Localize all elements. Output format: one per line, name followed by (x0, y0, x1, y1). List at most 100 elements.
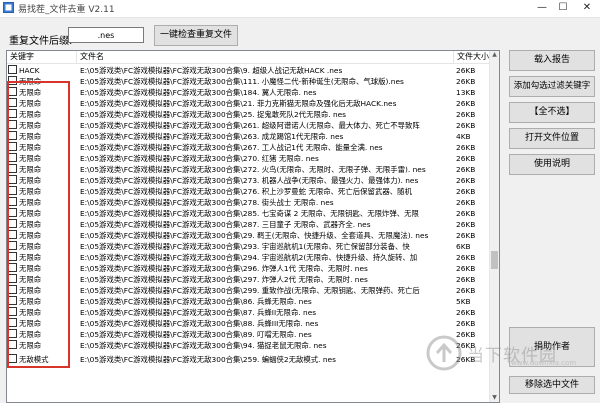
scroll-thumb[interactable] (491, 251, 498, 269)
keyword-cell[interactable]: 无限命 (8, 340, 76, 351)
load-report-button[interactable]: 载入报告 (509, 50, 595, 71)
table-row[interactable]: 无限命 E:\05游戏类\FC游戏模拟器\FC游戏无敌300合集\29. 羁王(无… (7, 230, 492, 241)
scroll-down-icon[interactable]: ▼ (490, 394, 499, 402)
table-row[interactable]: 无限命 E:\05游戏类\FC游戏模拟器\FC游戏无敌300合集\285. 七宝奇… (7, 208, 492, 219)
keyword-cell[interactable]: 无限命 (8, 296, 76, 307)
keyword-cell[interactable]: 无敌模式 (8, 354, 76, 365)
keyword-cell[interactable]: 无限命 (8, 208, 76, 219)
keyword-cell[interactable]: 无限命 (8, 252, 76, 263)
row-checkbox[interactable] (8, 142, 17, 151)
row-checkbox[interactable] (8, 241, 17, 250)
keyword-cell[interactable]: 无限命 (8, 241, 76, 252)
table-row[interactable]: 无限命 E:\05游戏类\FC游戏模拟器\FC游戏无敌300合集\184. 翼人无… (7, 87, 492, 98)
table-row[interactable]: 无限命 E:\05游戏类\FC游戏模拟器\FC游戏无敌300合集\86. 兵蜂无限… (7, 296, 492, 307)
keyword-cell[interactable]: 无限命 (8, 98, 76, 109)
table-row[interactable]: 无限命 E:\05游戏类\FC游戏模拟器\FC游戏无敌300合集\89. 叮噹无限… (7, 329, 492, 340)
row-checkbox[interactable] (8, 354, 17, 363)
row-checkbox[interactable] (8, 307, 17, 316)
minimize-button[interactable]: — (532, 0, 552, 17)
keyword-cell[interactable]: 无限命 (8, 197, 76, 208)
row-checkbox[interactable] (8, 340, 17, 349)
maximize-button[interactable]: ☐ (553, 0, 573, 17)
row-checkbox[interactable] (8, 219, 17, 228)
add-filter-keyword-button[interactable]: 添加勾选过滤关键字 (509, 76, 595, 97)
open-file-location-button[interactable]: 打开文件位置 (509, 128, 595, 149)
donate-button[interactable]: 捐助作者 (509, 327, 595, 367)
keyword-cell[interactable]: 无限命 (8, 329, 76, 340)
keyword-cell[interactable]: 无限命 (8, 142, 76, 153)
keyword-cell[interactable]: 无限命 (8, 219, 76, 230)
table-row[interactable]: 无限命 E:\05游戏类\FC游戏模拟器\FC游戏无敌300合集\297. 炸弹人… (7, 274, 492, 285)
table-row[interactable]: 无限命 E:\05游戏类\FC游戏模拟器\FC游戏无敌300合集\263. 成龙踢… (7, 131, 492, 142)
row-checkbox[interactable] (8, 164, 17, 173)
row-checkbox[interactable] (8, 65, 17, 74)
row-checkbox[interactable] (8, 175, 17, 184)
keyword-cell[interactable]: 无限命 (8, 318, 76, 329)
row-checkbox[interactable] (8, 153, 17, 162)
row-checkbox[interactable] (8, 208, 17, 217)
remove-selected-button[interactable]: 移除选中文件 (509, 376, 595, 394)
file-list[interactable]: 关键字 文件名 文件大小 HACK E:\05游戏类\FC游戏模拟器\FC游戏无敌… (6, 50, 500, 403)
row-checkbox[interactable] (8, 197, 17, 206)
table-row[interactable]: 无限命 E:\05游戏类\FC游戏模拟器\FC游戏无敌300合集\273. 机器人… (7, 175, 492, 186)
table-row[interactable]: 无限命 E:\05游戏类\FC游戏模拟器\FC游戏无敌300合集\87. 兵蜂II… (7, 307, 492, 318)
table-row[interactable]: 无限命 E:\05游戏类\FC游戏模拟器\FC游戏无敌300合集\94. 猫捉老鼠… (7, 340, 492, 351)
table-row[interactable]: 无限命 E:\05游戏类\FC游戏模拟器\FC游戏无敌300合集\287. 三目童… (7, 219, 492, 230)
row-checkbox[interactable] (8, 230, 17, 239)
keyword-cell[interactable]: HACK (8, 65, 76, 76)
scroll-up-icon[interactable]: ▲ (490, 51, 499, 59)
keyword-cell[interactable]: 无限命 (8, 263, 76, 274)
keyword-cell[interactable]: 无限命 (8, 175, 76, 186)
select-none-button[interactable]: 【全不选】 (509, 102, 595, 123)
table-row[interactable]: HACK E:\05游戏类\FC游戏模拟器\FC游戏无敌300合集\9. 超级人战… (7, 65, 492, 76)
table-row[interactable]: 无限命 E:\05游戏类\FC游戏模拟器\FC游戏无敌300合集\299. 重致作… (7, 285, 492, 296)
row-checkbox[interactable] (8, 296, 17, 305)
row-checkbox[interactable] (8, 76, 17, 85)
vertical-scrollbar[interactable]: ▲ ▼ (489, 51, 499, 402)
table-row[interactable]: 无限命 E:\05游戏类\FC游戏模拟器\FC游戏无敌300合集\270. 红猪 … (7, 153, 492, 164)
help-button[interactable]: 使用说明 (509, 154, 595, 175)
table-row[interactable]: 无限命 E:\05游戏类\FC游戏模拟器\FC游戏无敌300合集\261. 超级阿… (7, 120, 492, 131)
table-row[interactable]: 无限命 E:\05游戏类\FC游戏模拟器\FC游戏无敌300合集\111. 小魔怪… (7, 76, 492, 87)
row-checkbox[interactable] (8, 131, 17, 140)
table-row[interactable]: 无限命 E:\05游戏类\FC游戏模拟器\FC游戏无敌300合集\88. 兵蜂II… (7, 318, 492, 329)
row-checkbox[interactable] (8, 329, 17, 338)
table-row[interactable]: 无限命 E:\05游戏类\FC游戏模拟器\FC游戏无敌300合集\296. 炸弹人… (7, 263, 492, 274)
table-row[interactable]: 无限命 E:\05游戏类\FC游戏模拟器\FC游戏无敌300合集\21. 菲力克斯… (7, 98, 492, 109)
keyword-cell[interactable]: 无限命 (8, 109, 76, 120)
keyword-cell[interactable]: 无限命 (8, 274, 76, 285)
row-checkbox[interactable] (8, 109, 17, 118)
row-checkbox[interactable] (8, 252, 17, 261)
keyword-cell[interactable]: 无限命 (8, 186, 76, 197)
column-header-size[interactable]: 文件大小 (454, 51, 492, 63)
row-checkbox[interactable] (8, 318, 17, 327)
keyword-cell[interactable]: 无限命 (8, 76, 76, 87)
close-button[interactable]: ✕ (574, 0, 600, 17)
row-checkbox[interactable] (8, 87, 17, 96)
keyword-cell[interactable]: 无限命 (8, 153, 76, 164)
row-checkbox[interactable] (8, 274, 17, 283)
column-header-filename[interactable]: 文件名 (77, 51, 454, 63)
keyword-cell[interactable]: 无限命 (8, 87, 76, 98)
table-row[interactable]: 无限命 E:\05游戏类\FC游戏模拟器\FC游戏无敌300合集\294. 宇宙巡… (7, 252, 492, 263)
row-checkbox[interactable] (8, 120, 17, 129)
keyword-cell[interactable]: 无限命 (8, 131, 76, 142)
table-row[interactable]: 无敌模式 E:\05游戏类\FC游戏模拟器\FC游戏无敌300合集\259. 蝙蝠… (7, 354, 492, 365)
keyword-cell[interactable]: 无限命 (8, 307, 76, 318)
keyword-cell[interactable]: 无限命 (8, 120, 76, 131)
keyword-cell[interactable]: 无限命 (8, 164, 76, 175)
keyword-cell[interactable]: 无限命 (8, 285, 76, 296)
table-row[interactable]: 无限命 E:\05游戏类\FC游戏模拟器\FC游戏无敌300合集\267. 工人战… (7, 142, 492, 153)
row-checkbox[interactable] (8, 263, 17, 272)
table-row[interactable]: 无限命 E:\05游戏类\FC游戏模拟器\FC游戏无敌300合集\276. 积上沙… (7, 186, 492, 197)
suffix-input[interactable]: .nes (68, 27, 144, 43)
row-checkbox[interactable] (8, 285, 17, 294)
table-row[interactable]: 无限命 E:\05游戏类\FC游戏模拟器\FC游戏无敌300合集\272. 火鸟(… (7, 164, 492, 175)
table-row[interactable]: 无限命 E:\05游戏类\FC游戏模拟器\FC游戏无敌300合集\25. 捉鬼敢死… (7, 109, 492, 120)
row-checkbox[interactable] (8, 98, 17, 107)
table-row[interactable]: 无限命 E:\05游戏类\FC游戏模拟器\FC游戏无敌300合集\293. 宇宙巡… (7, 241, 492, 252)
check-duplicates-button[interactable]: 一键检查重复文件 (154, 25, 238, 46)
column-header-keyword[interactable]: 关键字 (7, 51, 77, 63)
keyword-cell[interactable]: 无限命 (8, 230, 76, 241)
row-checkbox[interactable] (8, 186, 17, 195)
